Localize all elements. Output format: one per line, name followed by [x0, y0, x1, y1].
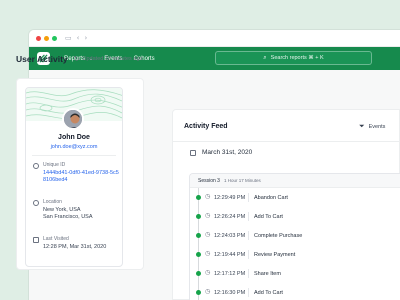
browser-chrome: ▭ ‹ ›: [29, 30, 400, 47]
event-separator: [248, 288, 249, 297]
event-separator: [248, 212, 249, 221]
feed-divider: [173, 141, 399, 142]
clock-icon: ◷: [205, 192, 211, 200]
search-icon: ⌕: [263, 54, 267, 61]
last-visited-section: Last Visited 12:28 PM, Mar 31st, 2020: [33, 236, 121, 260]
event-name: Complete Purchase: [254, 232, 303, 239]
last-visited-value: 12:28 PM, Mar 31st, 2020: [43, 244, 107, 250]
timeline-dot: [196, 252, 201, 257]
timeline-dot: [196, 290, 201, 295]
location-label: Location: [43, 199, 62, 205]
page-header: User Activity ↻ Updated 10 minutes ago: [16, 54, 142, 64]
event-name: Share Item: [254, 270, 281, 277]
session-duration: 1 Hour 17 Minutes: [223, 178, 261, 183]
profile-panel: John Doe john.doe@xyz.com Unique ID 1444…: [16, 78, 144, 270]
location-section: Location New York, USA San Francisco, US…: [33, 199, 121, 229]
calendar-icon: [190, 149, 196, 156]
clock-icon: ◷: [205, 287, 211, 295]
event-time: 12:29:49 PM: [214, 194, 246, 201]
feed-date: March 31st, 2020: [202, 149, 253, 156]
event-row[interactable]: ◷ 12:24:03 PM Complete Purchase: [190, 228, 400, 243]
event-name: Review Payment: [254, 251, 296, 258]
event-separator: [248, 269, 249, 278]
clock-icon: ◷: [205, 268, 211, 276]
event-row[interactable]: ◷ 12:29:49 PM Abandon Cart: [190, 190, 400, 205]
maximize-window-dot[interactable]: [52, 35, 57, 41]
activity-feed-title: Activity Feed: [184, 123, 228, 130]
unique-id-line: 8106bed4: [43, 177, 68, 184]
refresh-icon[interactable]: ↻: [74, 55, 80, 63]
event-row[interactable]: ◷ 12:19:44 PM Review Payment: [190, 247, 400, 262]
clock-icon: ◷: [205, 249, 211, 257]
event-separator: [248, 250, 249, 259]
activity-feed-panel: Activity Feed ⏷ Events March 31st, 2020 …: [172, 109, 400, 300]
event-time: 12:26:24 PM: [214, 213, 246, 220]
fingerprint-icon: [33, 163, 39, 169]
session-card: Session 3 1 Hour 17 Minutes ◷ 12:29:49 P…: [189, 173, 400, 300]
event-row[interactable]: ◷ 12:26:24 PM Add To Cart: [190, 209, 400, 224]
clock-icon: ◷: [205, 230, 211, 238]
unique-id-line: 1444bd41-0df0-41ed-9738-5c5: [43, 170, 119, 176]
event-name: Abandon Cart: [254, 194, 288, 201]
profile-divider: [32, 155, 116, 156]
updated-timestamp: Updated 10 minutes ago: [82, 56, 143, 62]
sidebar-toggle-icon[interactable]: ▭: [65, 34, 72, 42]
feed-date-row: March 31st, 2020: [190, 149, 252, 156]
last-visited-label: Last Visited: [43, 236, 69, 242]
close-window-dot[interactable]: [36, 35, 41, 41]
event-name: Add To Cart: [254, 289, 283, 296]
timeline-dot: [196, 195, 201, 200]
session-name: Session 3: [198, 177, 220, 184]
timeline-dot: [196, 233, 201, 238]
back-icon[interactable]: ‹: [77, 34, 80, 42]
filter-icon: ⏷: [359, 122, 365, 130]
event-time: 12:16:30 PM: [214, 289, 246, 296]
avatar: [62, 108, 84, 130]
clock-icon: ◷: [205, 211, 211, 219]
calendar-icon: [33, 237, 39, 243]
filter-label: Events: [368, 123, 386, 130]
timeline-dot: [196, 214, 201, 219]
event-row[interactable]: ◷ 12:17:12 PM Share Item: [190, 266, 400, 281]
unique-id-value[interactable]: 1444bd41-0df0-41ed-9738-5c5 8106bed4: [43, 170, 119, 185]
event-row[interactable]: ◷ 12:16:30 PM Add To Cart: [190, 285, 400, 300]
forward-icon[interactable]: ›: [84, 34, 87, 42]
event-name: Add To Cart: [254, 213, 283, 220]
session-header[interactable]: Session 3 1 Hour 17 Minutes: [190, 174, 400, 188]
location-line: New York, USA: [43, 207, 81, 213]
event-time: 12:19:44 PM: [214, 251, 246, 258]
events-filter-button[interactable]: ⏷ Events: [359, 122, 385, 131]
event-separator: [248, 193, 249, 202]
profile-card: John Doe john.doe@xyz.com Unique ID 1444…: [25, 87, 123, 267]
unique-id-section: Unique ID 1444bd41-0df0-41ed-9738-5c5 81…: [33, 162, 121, 192]
location-pin-icon: [33, 200, 39, 206]
event-separator: [248, 231, 249, 240]
minimize-window-dot[interactable]: [44, 35, 49, 41]
event-time: 12:24:03 PM: [214, 232, 246, 239]
unique-id-label: Unique ID: [43, 162, 66, 168]
event-time: 12:17:12 PM: [214, 270, 246, 277]
timeline-dot: [196, 271, 201, 276]
search-placeholder: Search reports ⌘ + K: [270, 55, 324, 61]
page-title: User Activity: [16, 54, 68, 64]
user-name: John Doe: [58, 134, 90, 141]
location-line: San Francisco, USA: [43, 214, 93, 221]
user-email-link[interactable]: john.doe@xyz.com: [26, 144, 122, 150]
search-input[interactable]: ⌕ Search reports ⌘ + K: [215, 51, 372, 65]
location-value: New York, USA San Francisco, USA: [43, 207, 93, 222]
